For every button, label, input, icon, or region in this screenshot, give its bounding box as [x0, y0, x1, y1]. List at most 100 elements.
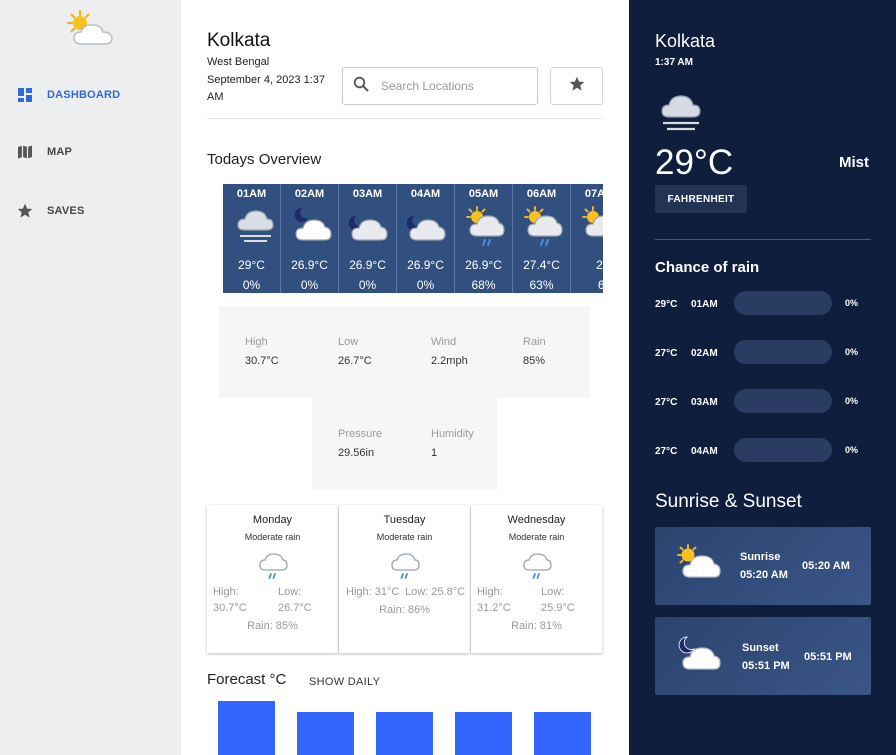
rain-row-temp: 27°C: [655, 348, 678, 359]
fahrenheit-button[interactable]: FAHRENHEIT: [655, 185, 747, 213]
rain-progress-bar: [734, 389, 832, 413]
sunset-time: 05:51 PM: [742, 660, 790, 672]
hourly-strip[interactable]: 01AM 29°C 0% 02AM 26.9°C 0% 03AM 26.9°C …: [223, 184, 603, 293]
search-input[interactable]: [381, 79, 521, 93]
current-city: Kolkata: [655, 31, 716, 51]
hour-temp: 29°C: [238, 258, 265, 272]
datetime-label: September 4, 2023 1:37 AM: [207, 74, 326, 103]
hour-temp: 26.9°C: [407, 258, 444, 272]
stat-wind: Wind 2.2mph: [431, 336, 468, 367]
sunrise-sunset-title: Sunrise & Sunset: [655, 491, 802, 512]
day-low: Low: 26.7°C: [278, 586, 312, 614]
search-box[interactable]: [342, 67, 538, 105]
star-icon: [569, 76, 585, 97]
stat-label: High: [245, 336, 268, 348]
day-card-tuesday[interactable]: Tuesday Moderate rain High: 31°C Low: 25…: [339, 505, 470, 653]
panel-divider: [655, 239, 871, 240]
stat-humidity: Humidity 1: [431, 428, 474, 459]
rain-cloud-icon: [391, 553, 420, 579]
rain-row-temp: 27°C: [655, 397, 678, 408]
moon-cloud-icon: [349, 215, 388, 241]
sun-cloud-icon: [677, 544, 721, 578]
rain-row-percent: 0%: [845, 298, 859, 308]
forecast-bar: [218, 701, 275, 755]
hour-time: 06AM: [526, 188, 557, 200]
rain-progress-bar: [734, 340, 832, 364]
day-card-monday[interactable]: Monday Moderate rain High: 30.7°C Low: 2…: [207, 505, 338, 653]
stat-value: 30.7°C: [245, 355, 279, 367]
stat-pressure: Pressure 29.56in: [338, 428, 382, 459]
hour-time: 07AM: [584, 188, 603, 200]
sidebar-item-map[interactable]: MAP: [16, 143, 72, 161]
day-high: High: 31.2°C: [477, 586, 511, 614]
sidebar: DASHBOARD MAP SAVES: [0, 0, 181, 755]
search-icon: [353, 76, 369, 97]
stat-label: Pressure: [338, 428, 383, 440]
hour-card: 05AM 26.9°C 68%: [455, 184, 513, 293]
day-condition: Moderate rain: [376, 532, 433, 542]
rain-cloud-icon: [523, 553, 552, 579]
rain-cloud-icon: [259, 553, 288, 579]
day-rain: Rain: 81%: [511, 620, 562, 632]
day-low-label: Low:: [278, 586, 302, 598]
stat-value: 85%: [523, 355, 546, 367]
sun-rain-cloud-icon: [524, 206, 563, 246]
sun-behind-cloud-icon: [66, 9, 113, 45]
day-low-label: Low:: [541, 586, 565, 598]
stat-label: Wind: [431, 336, 457, 348]
stat-value: 2.2mph: [431, 355, 468, 367]
day-rain: Rain: 85%: [247, 620, 298, 632]
sunrise-time-right: 05:20 AM: [802, 560, 850, 572]
hour-card: 06AM 27.4°C 63%: [513, 184, 571, 293]
sunset-label: Sunset: [742, 642, 779, 654]
day-rain: Rain: 86%: [379, 604, 430, 616]
map-icon: [16, 143, 34, 161]
rain-progress-bar: [734, 291, 832, 315]
hour-time: 04AM: [410, 188, 441, 200]
current-temp: 29°C: [655, 143, 734, 182]
show-daily-button[interactable]: SHOW DAILY: [309, 676, 380, 688]
sidebar-item-dashboard[interactable]: DASHBOARD: [16, 86, 120, 104]
rain-row-hour: 04AM: [691, 446, 718, 457]
rain-row-temp: 27°C: [655, 446, 678, 457]
main-panel: Kolkata West Bengal September 4, 2023 1:…: [207, 0, 603, 755]
forecast-bar: [534, 712, 591, 755]
hour-card: 07AM 28. 68: [571, 184, 603, 293]
mist-cloud-icon: [661, 95, 701, 131]
day-condition: Moderate rain: [508, 532, 565, 542]
stat-high: High 30.7°C: [245, 336, 279, 367]
day-low: Low: 25.9°C: [541, 586, 575, 614]
sidebar-item-saves[interactable]: SAVES: [16, 202, 84, 220]
day-card-wednesday[interactable]: Wednesday Moderate rain High: 31.2°C Low…: [471, 505, 602, 653]
hour-temp: 28.: [596, 258, 603, 272]
sunset-time-right: 05:51 PM: [804, 651, 852, 663]
sun-cloud-icon: [582, 206, 603, 237]
mist-cloud-icon: [237, 210, 274, 242]
day-high-value: 31.2°C: [477, 602, 511, 614]
hour-card: 02AM 26.9°C 0%: [281, 184, 339, 293]
day-high: High: 31°C: [346, 586, 400, 598]
rain-row-temp: 29°C: [655, 299, 678, 310]
day-low: Low: 25.8°C: [405, 586, 466, 598]
hour-rain: 0%: [242, 278, 261, 292]
hour-card: 01AM 29°C 0%: [223, 184, 281, 293]
stat-low: Low 26.7°C: [338, 336, 372, 367]
rain-row: 27°C 04AM 0%: [655, 438, 865, 464]
sunrise-card: Sunrise 05:20 AM 05:20 AM: [655, 527, 871, 605]
hour-time: 03AM: [352, 188, 383, 200]
hour-rain: 68%: [471, 278, 496, 292]
current-weather-panel: Kolkata 1:37 AM 29°C Mist FAHRENHEIT Cha…: [629, 0, 896, 755]
sunrise-label: Sunrise: [740, 551, 781, 563]
day-high-label: High:: [213, 586, 239, 598]
overview-title: Todays Overview: [207, 151, 322, 168]
moon-cloud-icon: [294, 207, 332, 241]
hour-rain: 0%: [300, 278, 319, 292]
day-high-value: 30.7°C: [213, 602, 247, 614]
forecast-bar: [376, 712, 433, 755]
save-location-button[interactable]: [550, 67, 603, 105]
hour-temp: 26.9°C: [291, 258, 328, 272]
forecast-bar: [455, 712, 512, 755]
star-icon: [16, 202, 34, 220]
day-high: High: 30.7°C: [213, 586, 247, 614]
rain-progress-bar: [734, 438, 832, 462]
